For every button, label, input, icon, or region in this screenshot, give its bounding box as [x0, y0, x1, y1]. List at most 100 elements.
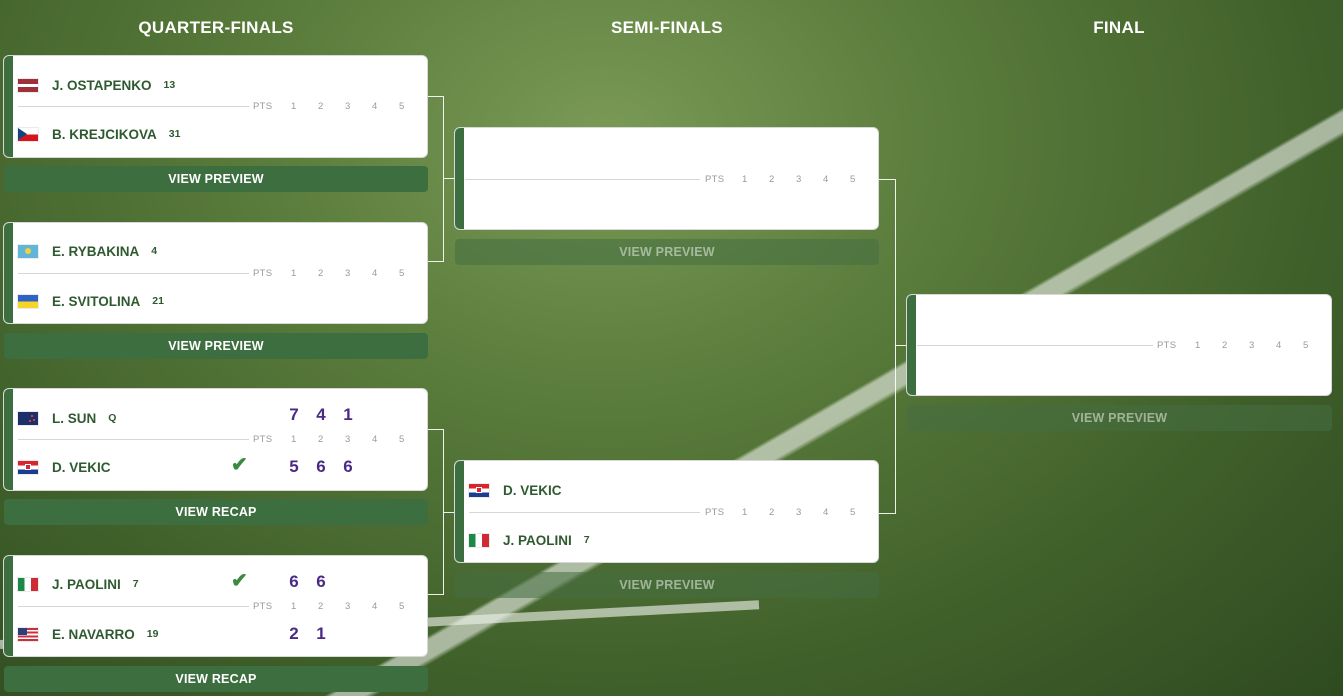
- set-1-header: 1: [742, 507, 748, 518]
- set-4-header: 4: [1276, 340, 1282, 351]
- croatia-flag: [18, 460, 38, 474]
- player-name[interactable]: L. SUN: [52, 411, 96, 426]
- round-title-semi-finals: SEMI-FINALS: [611, 18, 723, 37]
- row-divider: [917, 345, 1153, 346]
- set-2-header: 2: [769, 174, 775, 185]
- row-divider: [18, 439, 249, 440]
- player-name[interactable]: J. OSTAPENKO: [52, 78, 152, 93]
- view-preview-button[interactable]: VIEW PREVIEW: [907, 405, 1332, 431]
- player-seed: 21: [152, 295, 164, 307]
- set-score: 6: [316, 572, 326, 591]
- set-score: 5: [289, 457, 299, 476]
- new-zealand-flag: [18, 411, 38, 425]
- set-score: 6: [343, 457, 353, 476]
- set-2-header: 2: [318, 434, 324, 445]
- latvia-flag: [18, 78, 38, 92]
- match-card-qf-4[interactable]: J. PAOLINI 7 ✔ 6 6 PTS 1 2 3 4 5 E. NAVA…: [3, 555, 428, 657]
- set-2-header: 2: [318, 601, 324, 612]
- match-card-final[interactable]: PTS 1 2 3 4 5: [906, 294, 1332, 396]
- match-card-sf-2[interactable]: D. VEKIC PTS 1 2 3 4 5 J. PAOLINI 7: [454, 460, 879, 563]
- italy-flag: [18, 577, 38, 591]
- player-name[interactable]: D. VEKIC: [52, 460, 111, 475]
- winner-check-icon: ✔: [231, 570, 248, 592]
- bracket-connector-qf-top: [428, 96, 444, 262]
- set-5-header: 5: [399, 434, 405, 445]
- set-2-header: 2: [769, 507, 775, 518]
- card-accent-stripe: [4, 389, 13, 490]
- view-preview-button[interactable]: VIEW PREVIEW: [4, 166, 428, 192]
- usa-flag: [18, 627, 38, 641]
- match-card-qf-2[interactable]: E. RYBAKINA 4 PTS 1 2 3 4 5 E. SVITOLINA…: [3, 222, 428, 324]
- pts-header: PTS: [253, 268, 273, 279]
- row-divider: [18, 106, 249, 107]
- set-score: 2: [289, 624, 299, 643]
- set-1-header: 1: [1195, 340, 1201, 351]
- player-row: L. SUN Q: [18, 406, 116, 430]
- set-1-header: 1: [291, 601, 297, 612]
- set-4-header: 4: [372, 268, 378, 279]
- view-preview-button[interactable]: VIEW PREVIEW: [455, 572, 879, 598]
- player-seed: 13: [163, 79, 176, 91]
- card-accent-stripe: [907, 295, 916, 395]
- set-3-header: 3: [345, 434, 351, 445]
- pts-header: PTS: [253, 101, 273, 112]
- card-accent-stripe: [455, 461, 464, 562]
- view-preview-button[interactable]: VIEW PREVIEW: [455, 239, 879, 265]
- match-card-qf-3[interactable]: L. SUN Q 7 4 1 PTS 1 2 3 4 5 D. VEKIC ✔ …: [3, 388, 428, 491]
- set-4-header: 4: [823, 507, 829, 518]
- row-divider: [18, 273, 249, 274]
- player-row: D. VEKIC: [469, 478, 562, 502]
- set-5-header: 5: [399, 601, 405, 612]
- player-row: B. KREJCIKOVA 31: [18, 122, 180, 146]
- set-5-header: 5: [850, 507, 856, 518]
- view-recap-button[interactable]: VIEW RECAP: [4, 666, 428, 692]
- pts-header: PTS: [1157, 340, 1177, 351]
- player-seed: 7: [583, 534, 590, 546]
- set-score: 6: [289, 572, 299, 591]
- player-name[interactable]: J. PAOLINI: [52, 577, 121, 592]
- set-score: 4: [316, 405, 326, 424]
- pts-header: PTS: [253, 601, 273, 612]
- set-4-header: 4: [372, 601, 378, 612]
- player-row: J. PAOLINI 7: [469, 528, 590, 552]
- view-recap-button[interactable]: VIEW RECAP: [4, 499, 428, 525]
- pts-header: PTS: [705, 507, 725, 518]
- player-row: J. PAOLINI 7: [18, 572, 139, 596]
- set-score: 7: [289, 405, 299, 424]
- player-name[interactable]: B. KREJCIKOVA: [52, 127, 157, 142]
- set-2-header: 2: [318, 101, 324, 112]
- player-name[interactable]: E. NAVARRO: [52, 627, 135, 642]
- croatia-flag: [469, 483, 489, 497]
- set-3-header: 3: [796, 507, 802, 518]
- set-1-header: 1: [742, 174, 748, 185]
- player-name[interactable]: E. RYBAKINA: [52, 244, 139, 259]
- player-seed: Q: [108, 412, 117, 424]
- set-1-header: 1: [291, 101, 297, 112]
- row-divider: [18, 606, 249, 607]
- set-2-header: 2: [318, 268, 324, 279]
- player-row: D. VEKIC: [18, 455, 111, 479]
- set-1-header: 1: [291, 268, 297, 279]
- player-name[interactable]: J. PAOLINI: [503, 533, 572, 548]
- card-accent-stripe: [4, 56, 13, 157]
- round-title-quarter-finals: QUARTER-FINALS: [138, 18, 294, 37]
- card-accent-stripe: [455, 128, 464, 229]
- italy-flag: [469, 533, 489, 547]
- player-name[interactable]: D. VEKIC: [503, 483, 562, 498]
- player-row: E. RYBAKINA 4: [18, 239, 157, 263]
- winner-check-icon: ✔: [231, 454, 248, 476]
- set-score: 6: [316, 457, 326, 476]
- bracket-connector-sf: [879, 179, 896, 514]
- set-4-header: 4: [372, 434, 378, 445]
- view-preview-button[interactable]: VIEW PREVIEW: [4, 333, 428, 359]
- kazakhstan-flag: [18, 244, 38, 258]
- set-score: 1: [316, 624, 326, 643]
- row-divider: [465, 179, 700, 180]
- set-5-header: 5: [399, 268, 405, 279]
- match-card-sf-1[interactable]: PTS 1 2 3 4 5: [454, 127, 879, 230]
- set-2-header: 2: [1222, 340, 1228, 351]
- player-name[interactable]: E. SVITOLINA: [52, 294, 140, 309]
- match-card-qf-1[interactable]: J. OSTAPENKO 13 PTS 1 2 3 4 5 B. KREJCIK…: [3, 55, 428, 158]
- player-seed: 19: [146, 628, 159, 640]
- row-divider: [469, 512, 700, 513]
